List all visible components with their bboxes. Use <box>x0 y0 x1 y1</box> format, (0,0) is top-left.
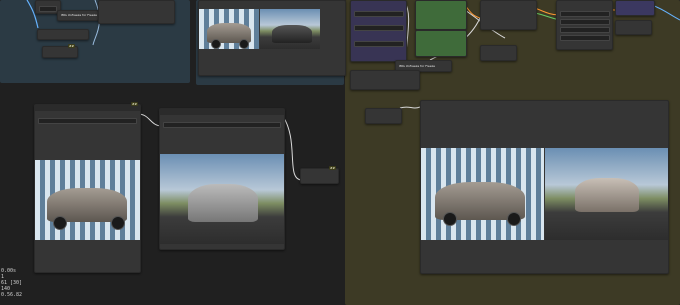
image-preview-left <box>35 160 140 240</box>
node-badge-3: ## <box>328 166 336 170</box>
list-widget-2[interactable] <box>354 25 404 31</box>
node-green-a[interactable] <box>415 0 467 30</box>
node-green-b[interactable] <box>415 30 467 57</box>
node-small-mid[interactable]: ## <box>300 166 339 184</box>
node-label-a[interactable]: IMG Unfreeze for Freeze <box>57 10 99 21</box>
status-panel: 0.00s 1 61 [30] 140 0.56.82 <box>1 268 22 298</box>
node-badge: ## <box>67 44 75 48</box>
node-title-bar <box>35 105 140 111</box>
node-right-d[interactable] <box>480 45 517 61</box>
preview-node-top[interactable] <box>198 0 346 76</box>
param-widget-4[interactable] <box>560 35 610 41</box>
image-preview-right-a <box>421 148 544 240</box>
node-compact-a[interactable] <box>37 29 89 40</box>
list-widget-3[interactable] <box>354 41 404 47</box>
preview-node-right[interactable] <box>420 100 669 274</box>
preview-thumb-2 <box>260 9 320 49</box>
node-title-bar-2 <box>160 109 284 115</box>
node-top-mid-a[interactable] <box>98 0 175 24</box>
list-widget-1[interactable] <box>354 11 404 17</box>
node-right-f[interactable] <box>615 0 655 16</box>
node-widget[interactable] <box>39 6 57 12</box>
node-right-e[interactable] <box>556 0 613 50</box>
node-badge-2: ## <box>130 102 138 106</box>
status-line-5: 0.56.82 <box>1 292 23 298</box>
node-right-c[interactable] <box>480 0 537 30</box>
image-preview-middle <box>160 154 284 244</box>
node-widget-3[interactable] <box>163 122 281 128</box>
image-preview-right-b <box>545 148 668 240</box>
node-label-a-text: IMG Unfreeze for Freeze <box>61 13 98 17</box>
param-widget-2[interactable] <box>560 19 610 25</box>
param-widget-1[interactable] <box>560 11 610 17</box>
preview-node-left[interactable]: ## <box>34 102 141 273</box>
node-right-small[interactable] <box>365 108 402 124</box>
node-widget-2[interactable] <box>38 118 137 124</box>
preview-node-middle[interactable] <box>159 108 285 250</box>
param-widget-3[interactable] <box>560 27 610 33</box>
node-label-b-text: IMG Unfreeze for Freeze <box>399 64 436 68</box>
preview-thumb-1 <box>199 9 259 49</box>
node-right-g[interactable] <box>615 20 652 35</box>
node-right-list[interactable] <box>350 0 407 62</box>
node-compact-b[interactable]: ## <box>42 44 78 58</box>
node-right-h[interactable] <box>350 70 420 90</box>
